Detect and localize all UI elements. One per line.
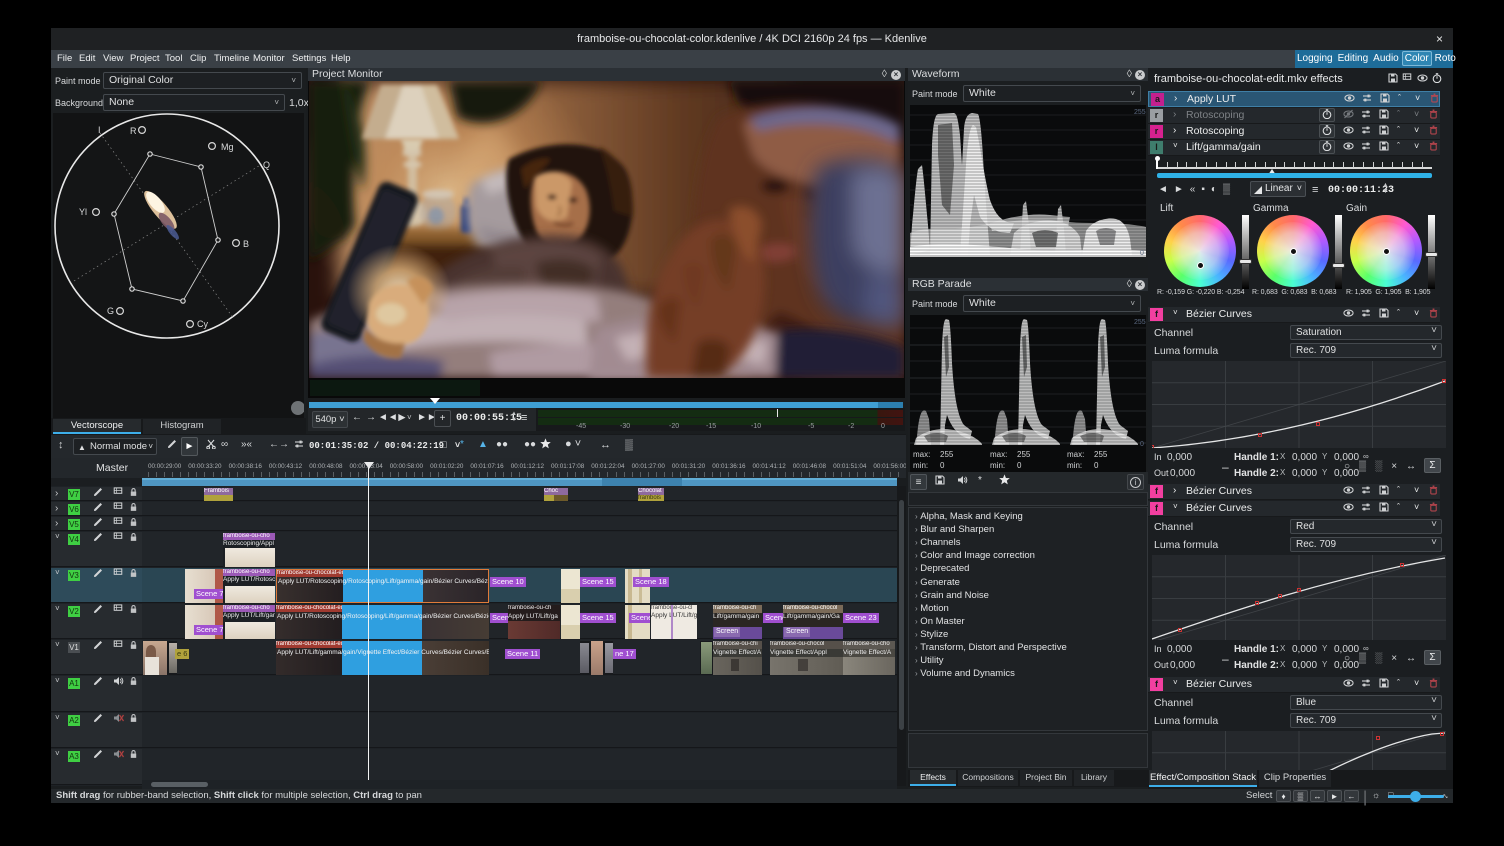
svg-text:R: R — [130, 126, 137, 136]
svg-text:G: G — [107, 306, 114, 316]
svg-text:B: B — [243, 239, 249, 249]
svg-text:255: 255 — [1134, 319, 1146, 326]
svg-text:Cy: Cy — [197, 319, 208, 329]
svg-text:Mg: Mg — [221, 142, 234, 152]
svg-text:Q: Q — [263, 160, 270, 170]
svg-text:255: 255 — [1134, 109, 1146, 116]
svg-text:0: 0 — [1140, 250, 1144, 257]
svg-text:I: I — [98, 125, 101, 135]
svg-text:0: 0 — [1140, 441, 1144, 448]
svg-text:Yl: Yl — [79, 207, 87, 217]
